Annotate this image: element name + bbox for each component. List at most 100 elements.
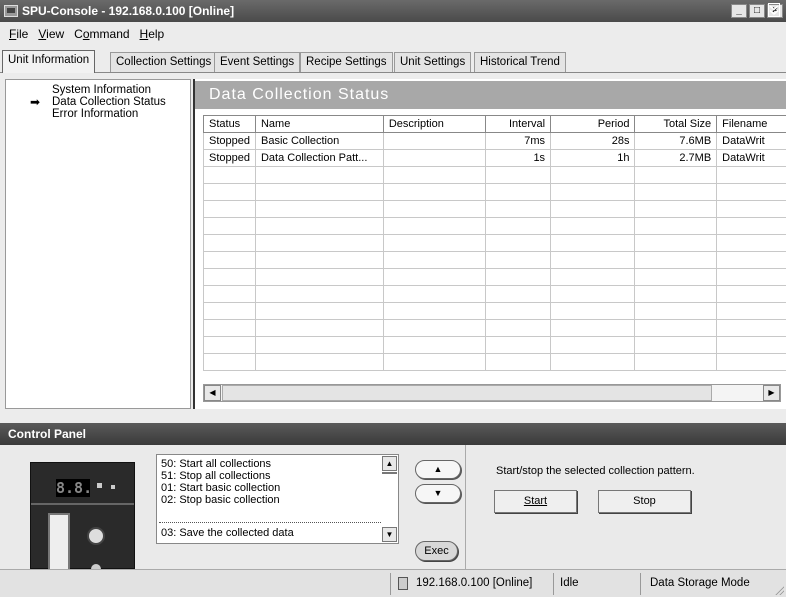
cell-interval: 7ms (485, 132, 552, 150)
tab-recipe-settings[interactable]: Recipe Settings (300, 52, 393, 72)
cell-interval: 1s (485, 149, 552, 167)
column-header-status[interactable]: Status (203, 115, 256, 133)
empty-row (203, 183, 786, 201)
tab-unit-information[interactable]: Unit Information (2, 50, 96, 73)
start-button[interactable]: Start (494, 490, 577, 513)
panel-divider (465, 445, 466, 569)
status-separator (390, 573, 391, 595)
move-down-button[interactable]: ▼ (415, 484, 461, 503)
table-header-row: Status Name Description Interval Period … (203, 115, 786, 133)
scroll-right-icon[interactable]: ▶ (763, 385, 780, 401)
stop-button[interactable]: Stop (598, 490, 691, 513)
horizontal-scrollbar[interactable]: ◀ ▶ (203, 384, 781, 402)
empty-row (203, 336, 786, 354)
exec-button[interactable]: Exec (415, 541, 458, 561)
empty-row (203, 234, 786, 252)
column-header-name[interactable]: Name (254, 115, 384, 133)
status-mode: Data Storage Mode (650, 577, 750, 589)
empty-row (203, 285, 786, 303)
status-state: Idle (560, 577, 579, 589)
list-item[interactable]: 03: Save the collected data (161, 527, 294, 539)
empty-row (203, 268, 786, 286)
status-separator (640, 573, 641, 595)
command-description: Start/stop the selected collection patte… (496, 465, 695, 477)
empty-row (203, 319, 786, 337)
tab-event-settings[interactable]: Event Settings (214, 52, 301, 72)
command-list[interactable]: 50: Start all collections 51: Stop all c… (156, 454, 399, 544)
menu-command[interactable]: Command (69, 27, 134, 41)
tab-bar: Unit Information Collection Settings Eve… (0, 49, 786, 73)
scroll-up-icon[interactable]: ▲ (382, 456, 397, 471)
tab-collection-settings[interactable]: Collection Settings (110, 52, 218, 72)
cell-period: 28s (550, 132, 636, 150)
list-item[interactable]: 02: Stop basic collection (161, 494, 280, 506)
column-header-description[interactable]: Description (382, 115, 487, 133)
device-switch (87, 527, 105, 545)
device-led-display: 8.8. (56, 479, 93, 497)
network-icon (398, 577, 408, 590)
collapse-chevron-icon[interactable] (767, 3, 781, 18)
scroll-down-icon[interactable]: ▼ (382, 527, 397, 542)
list-item[interactable]: 01: Start basic collection (161, 482, 280, 494)
device-indicator (97, 483, 102, 488)
list-separator (159, 522, 381, 523)
move-up-button[interactable]: ▲ (415, 460, 461, 479)
device-divider (31, 503, 134, 505)
cell-filename: DataWrit (716, 132, 786, 150)
menu-view[interactable]: View (33, 27, 69, 41)
title-bar: SPU-Console - 192.168.0.100 [Online] _ □… (0, 0, 786, 22)
scroll-thumb[interactable] (382, 472, 397, 474)
control-panel-header: Control Panel (0, 423, 786, 445)
empty-row (203, 251, 786, 269)
tree-item-error-information[interactable]: Error Information (6, 108, 190, 120)
resize-grip-icon[interactable] (774, 585, 784, 595)
empty-row (203, 353, 786, 371)
status-separator (553, 573, 554, 595)
scroll-left-icon[interactable]: ◀ (204, 385, 221, 401)
column-header-total-size[interactable]: Total Size (634, 115, 718, 133)
device-indicator (111, 485, 115, 489)
table-row[interactable]: Stopped Data Collection Patt... 1s 1h 2.… (203, 149, 786, 167)
column-header-filename[interactable]: Filename (716, 115, 786, 133)
cell-filename: DataWrit (716, 149, 786, 167)
control-panel: 8.8. 50: Start all collections 51: Stop … (0, 445, 786, 574)
control-panel-title: Control Panel (8, 427, 87, 441)
device-image: 8.8. (30, 462, 135, 574)
double-chevron-down-icon (768, 3, 780, 17)
empty-row (203, 302, 786, 320)
cell-total-size: 2.7MB (634, 149, 718, 167)
table-row[interactable]: Stopped Basic Collection 7ms 28s 7.6MB D… (203, 132, 786, 150)
tab-unit-settings[interactable]: Unit Settings (394, 52, 472, 72)
scroll-thumb[interactable] (222, 385, 712, 401)
selected-arrow-icon: ➡ (30, 95, 41, 109)
menu-file[interactable]: File (4, 27, 33, 41)
list-item[interactable]: 50: Start all collections (161, 458, 271, 470)
cell-period: 1h (550, 149, 636, 167)
content-panel: Data Collection Status Status Name Descr… (193, 79, 786, 409)
column-header-interval[interactable]: Interval (485, 115, 552, 133)
minimize-button[interactable]: _ (731, 4, 747, 18)
list-item[interactable]: 51: Stop all collections (161, 470, 270, 482)
cell-status: Stopped (203, 132, 256, 150)
menu-bar: File View Command Help (0, 22, 786, 46)
app-icon (4, 5, 18, 17)
device-card-slot (48, 513, 70, 571)
collection-status-grid[interactable]: Status Name Description Interval Period … (203, 115, 786, 383)
status-connection: 192.168.0.100 [Online] (416, 577, 533, 589)
cell-description (382, 132, 487, 150)
cell-name: Basic Collection (254, 132, 384, 150)
tab-historical-trend[interactable]: Historical Trend (474, 52, 566, 72)
status-bar: 192.168.0.100 [Online] Idle Data Storage… (0, 569, 786, 597)
maximize-button[interactable]: □ (749, 4, 765, 18)
cell-status: Stopped (203, 149, 256, 167)
empty-row (203, 166, 786, 184)
empty-row (203, 217, 786, 235)
cell-description (382, 149, 487, 167)
empty-row (203, 200, 786, 218)
tree-item-data-collection-status[interactable]: ➡ Data Collection Status (6, 96, 190, 108)
content-header: Data Collection Status (195, 81, 786, 109)
column-header-period[interactable]: Period (550, 115, 636, 133)
menu-help[interactable]: Help (135, 27, 170, 41)
window-title: SPU-Console - 192.168.0.100 [Online] (22, 4, 235, 18)
cell-name: Data Collection Patt... (254, 149, 384, 167)
